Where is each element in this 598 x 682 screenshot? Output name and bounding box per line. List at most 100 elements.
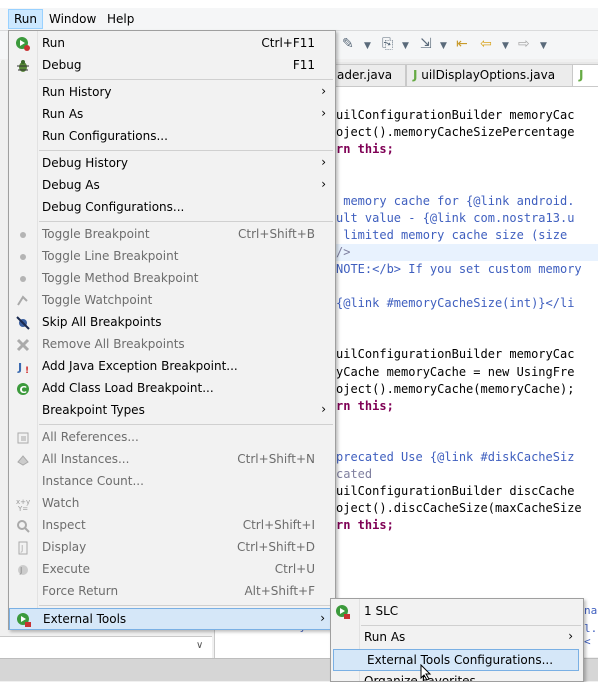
annotation-icon[interactable]: ⇲: [420, 36, 432, 52]
menu-item-run[interactable]: Run Ctrl+F11: [9, 33, 335, 55]
menu-help[interactable]: Help: [102, 10, 139, 28]
chevron-down-icon[interactable]: ▼: [502, 41, 509, 51]
code-line: oject().discCacheSize(maxCacheSize: [336, 501, 582, 516]
menu-item-display[interactable]: J Display Ctrl+Shift+D: [9, 537, 335, 559]
code-fragment: l.<: [584, 622, 598, 648]
menu-item-force-return[interactable]: Force Return Alt+Shift+F: [9, 581, 335, 603]
menu-item-shortcut: Ctrl+Shift+N: [237, 452, 315, 466]
edit-icon[interactable]: ⎘: [382, 36, 393, 52]
menu-item-toggle-watchpoint[interactable]: Toggle Watchpoint: [9, 290, 335, 312]
submenu-item-run-as[interactable]: Run As ›: [331, 627, 583, 649]
menu-item-label: Watch: [42, 496, 80, 510]
menu-item-remove-all-breakpoints[interactable]: Remove All Breakpoints: [9, 334, 335, 356]
class-load-icon: C: [15, 381, 31, 397]
menu-item-external-tools[interactable]: External Tools ›: [9, 608, 335, 630]
menu-item-skip-all-breakpoints[interactable]: Skip All Breakpoints: [9, 312, 335, 334]
menu-item-debug[interactable]: Debug F11: [9, 55, 335, 77]
menu-item-label: Run Configurations...: [42, 129, 168, 143]
menu-item-all-references[interactable]: All References...: [9, 427, 335, 449]
menu-item-shortcut: Ctrl+F11: [261, 36, 315, 50]
watch-icon: x+y Y=: [15, 496, 31, 513]
menu-item-all-instances[interactable]: All Instances... Ctrl+Shift+N: [9, 449, 335, 471]
menu-item-inspect[interactable]: Inspect Ctrl+Shift+I: [9, 515, 335, 537]
code-line: oject().memoryCacheSizePercentage: [336, 125, 575, 140]
last-edit-icon[interactable]: ⇤: [456, 36, 468, 52]
remove-breakpoints-icon: [15, 337, 31, 353]
menu-item-label: Debug As: [42, 178, 100, 192]
code-line: oject().memoryCache(memoryCache);: [336, 381, 575, 396]
menu-item-run-configurations[interactable]: Run Configurations...: [9, 126, 335, 148]
back-arrow-icon[interactable]: ⇦: [480, 36, 492, 52]
submenu-item-organize-favorites[interactable]: Organize Favorites...: [331, 671, 583, 681]
java-file-icon: J: [413, 68, 418, 82]
tab-active[interactable]: J: [572, 64, 598, 86]
mouse-cursor-icon: [420, 664, 432, 680]
submenu-item-1-slc[interactable]: 1 SLC: [331, 601, 583, 623]
tab-display-options[interactable]: J uilDisplayOptions.java: [406, 64, 580, 86]
menu-item-add-java-exception-breakpoint[interactable]: J! Add Java Exception Breakpoint...: [9, 356, 335, 378]
menu-separator: [39, 424, 333, 425]
code-line: cated: [336, 467, 373, 482]
menu-item-label: Add Class Load Breakpoint...: [42, 381, 214, 395]
code-line: rn this;: [336, 398, 394, 413]
menu-item-watch[interactable]: x+y Y= Watch: [9, 493, 335, 515]
svg-text:C: C: [20, 385, 27, 396]
menu-item-label: Instance Count...: [42, 474, 144, 488]
tab-loader[interactable]: ader.java: [330, 64, 406, 86]
menu-item-label: Run As: [364, 630, 406, 644]
menu-item-debug-history[interactable]: Debug History ›: [9, 153, 335, 175]
menu-item-label: Add Java Exception Breakpoint...: [42, 359, 238, 373]
menu-item-debug-as[interactable]: Debug As ›: [9, 175, 335, 197]
menu-item-toggle-method-breakpoint[interactable]: Toggle Method Breakpoint: [9, 268, 335, 290]
chevron-right-icon: ›: [321, 84, 326, 98]
menu-item-label: Run: [42, 36, 66, 50]
chevron-down-icon[interactable]: ▼: [364, 41, 371, 51]
menu-item-label: External Tools: [43, 612, 127, 626]
menu-separator: [39, 150, 333, 151]
submenu-item-external-tools-configurations[interactable]: External Tools Configurations...: [333, 649, 579, 671]
menu-item-label: Run As: [42, 107, 84, 121]
menu-item-add-class-load-breakpoint[interactable]: C Add Class Load Breakpoint...: [9, 378, 335, 400]
menu-item-breakpoint-types[interactable]: Breakpoint Types ›: [9, 400, 335, 422]
chevron-down-icon[interactable]: ▼: [402, 41, 409, 51]
code-line: memory cache for {@link android.: [336, 193, 575, 208]
menu-item-instance-count[interactable]: Instance Count...: [9, 471, 335, 493]
menu-item-label: Debug Configurations...: [42, 200, 185, 214]
forward-arrow-icon[interactable]: ⇨: [518, 36, 530, 52]
menu-item-execute[interactable]: J Execute Ctrl+U: [9, 559, 335, 581]
code-line: yCache memoryCache = new UsingFre: [336, 364, 575, 379]
chevron-down-icon[interactable]: ∨: [196, 640, 203, 651]
menu-bar: Run Window Help: [0, 8, 598, 31]
code-line: uilConfigurationBuilder discCache: [336, 484, 575, 499]
menu-window[interactable]: Window: [44, 10, 101, 28]
menu-item-shortcut: F11: [292, 58, 315, 72]
code-line: rn this;: [336, 518, 394, 533]
chevron-right-icon: ›: [321, 402, 326, 416]
skip-breakpoints-icon: [15, 315, 31, 331]
menu-item-toggle-line-breakpoint[interactable]: Toggle Line Breakpoint: [9, 246, 335, 268]
menu-item-debug-configurations[interactable]: Debug Configurations...: [9, 197, 335, 219]
menu-item-toggle-breakpoint[interactable]: Toggle Breakpoint Ctrl+Shift+B: [9, 224, 335, 246]
inspect-icon: [15, 518, 31, 534]
menu-item-label: Run History: [42, 85, 112, 99]
bottom-panel: ∨: [0, 636, 212, 659]
menu-item-label: Debug: [42, 58, 82, 72]
chevron-down-icon[interactable]: ▼: [440, 41, 447, 51]
menu-item-label: Debug History: [42, 156, 128, 170]
pen-icon[interactable]: ✎: [342, 36, 354, 52]
chevron-down-icon[interactable]: ▼: [540, 41, 547, 51]
svg-text:J: J: [19, 566, 22, 575]
menu-run[interactable]: Run: [8, 9, 44, 29]
menu-item-run-as[interactable]: Run As ›: [9, 104, 335, 126]
menu-item-run-history[interactable]: Run History ›: [9, 82, 335, 104]
code-editor[interactable]: uilConfigurationBuilder memoryCac oject()…: [336, 87, 598, 657]
menu-item-shortcut: Ctrl+Shift+I: [242, 518, 315, 532]
menu-item-shortcut: Alt+Shift+F: [244, 584, 315, 598]
run-menu: Run Ctrl+F11 Debug F11 Run History › Run As › Ru…: [8, 30, 336, 630]
code-line: limited memory cache size (size: [336, 227, 575, 242]
menu-item-label: 1 SLC: [364, 604, 399, 618]
watchpoint-icon: [15, 293, 31, 309]
